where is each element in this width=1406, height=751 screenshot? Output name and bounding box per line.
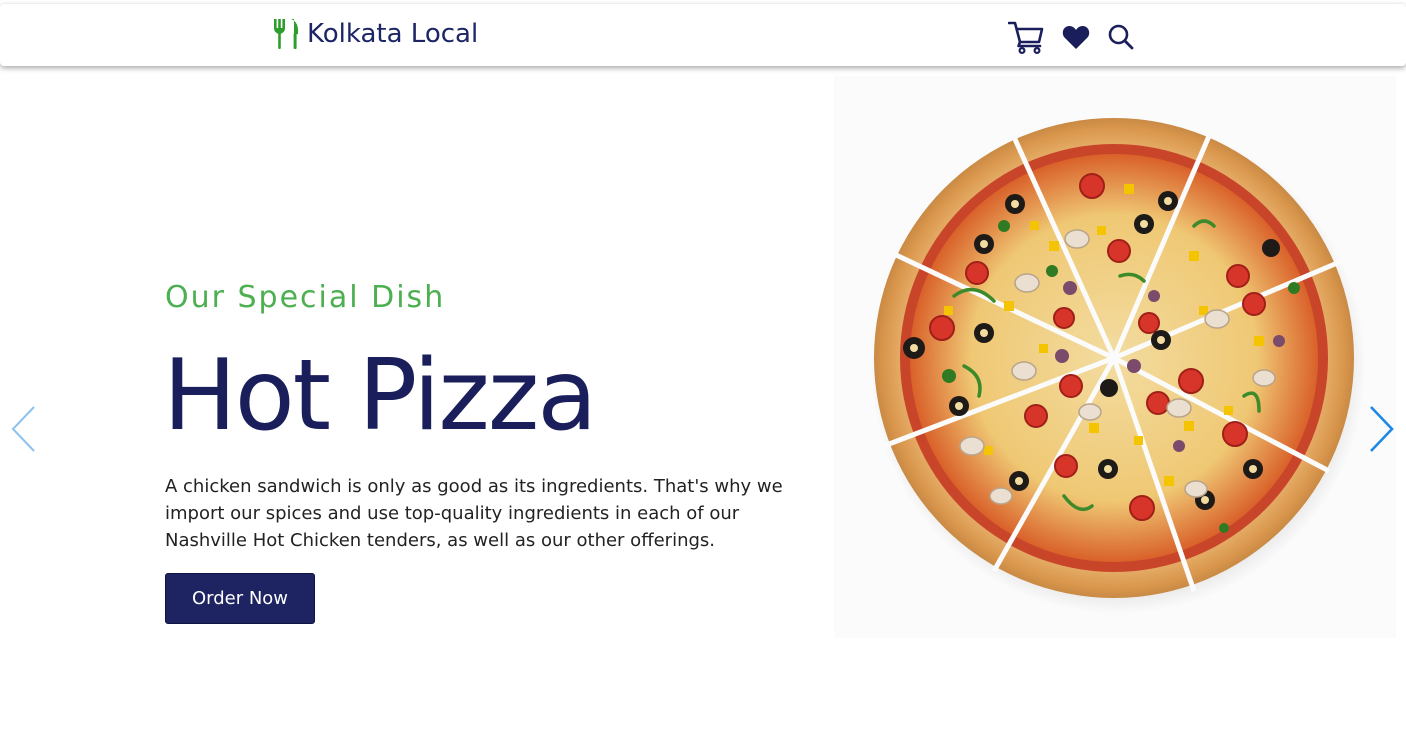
brand-logo[interactable]: Kolkata Local [273,18,478,50]
carousel-prev-button[interactable] [8,404,38,454]
fork-knife-icon [274,19,299,49]
carousel-next-button[interactable] [1367,404,1397,454]
pizza-image [834,76,1396,638]
hero-subtitle: Our Special Dish [165,280,446,315]
order-now-button[interactable]: Order Now [165,573,315,624]
nav-icon-group [1008,20,1134,54]
navbar: Kolkata Local [0,4,1406,66]
brand-name: Kolkata Local [307,19,479,49]
chevron-left-icon [11,406,35,452]
chevron-right-icon [1370,406,1394,452]
cart-icon[interactable] [1008,20,1044,54]
heart-icon[interactable] [1062,24,1090,50]
search-icon[interactable] [1108,24,1134,50]
hero-title: Hot Pizza [163,339,597,453]
hero-description: A chicken sandwich is only as good as it… [165,476,783,551]
